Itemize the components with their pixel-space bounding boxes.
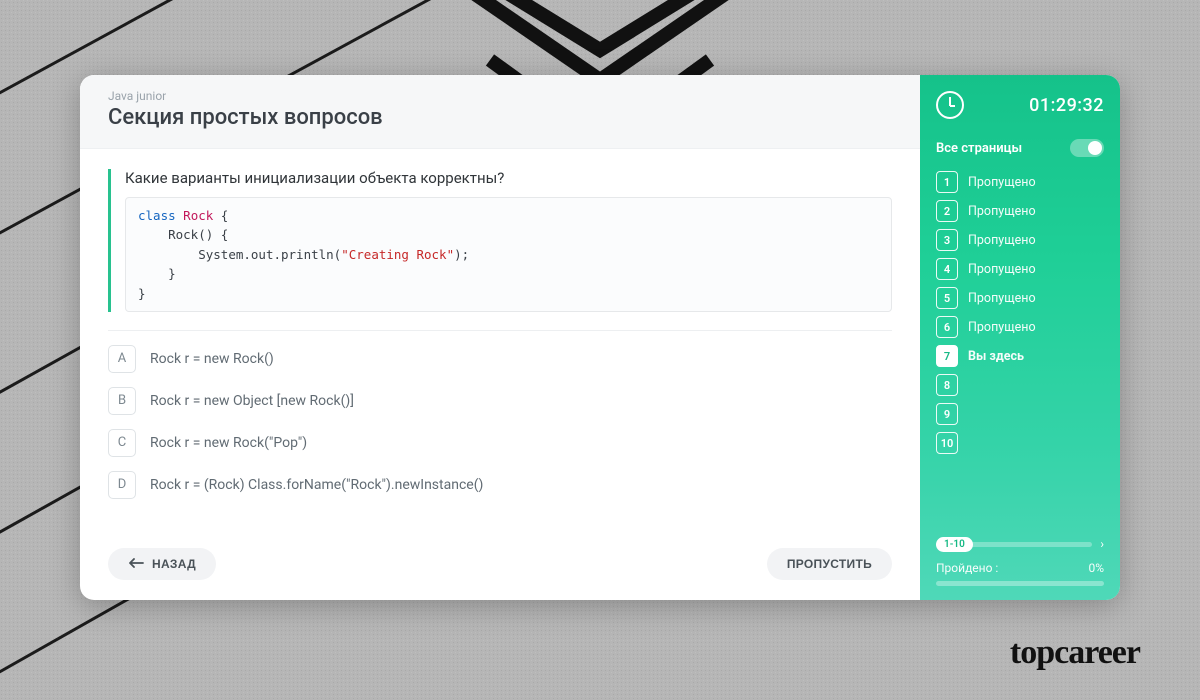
code-text	[138, 266, 168, 281]
question-area: Какие варианты инициализации объекта кор…	[80, 149, 920, 532]
page-item-10[interactable]: 10	[936, 432, 1104, 454]
option-letter: A	[108, 345, 136, 373]
answer-option-c[interactable]: C Rock r = new Rock("Pop")	[108, 429, 892, 457]
page-number: 1	[936, 171, 958, 193]
answer-option-a[interactable]: A Rock r = new Rock()	[108, 345, 892, 373]
option-text: Rock r = new Rock("Pop")	[150, 435, 307, 451]
page-status-label: Пропущено	[968, 291, 1036, 306]
page-range-row: 1-10 ›	[936, 537, 1104, 551]
answer-option-b[interactable]: B Rock r = new Object [new Rock()]	[108, 387, 892, 415]
divider	[108, 330, 892, 331]
page-status-label: Пропущено	[968, 233, 1036, 248]
code-text	[138, 247, 198, 262]
option-text: Rock r = new Rock()	[150, 351, 274, 367]
chevron-right-icon[interactable]: ›	[1100, 537, 1104, 551]
code-text: );	[454, 247, 469, 262]
back-button[interactable]: НАЗАД	[108, 548, 216, 580]
page-number: 8	[936, 374, 958, 396]
page-number: 2	[936, 200, 958, 222]
brand-logo: topcareer	[1010, 634, 1140, 672]
card-header: Java junior Секция простых вопросов	[80, 75, 920, 149]
timer-value: 01:29:32	[1029, 95, 1104, 116]
progress-block: Пройдено : 0%	[936, 561, 1104, 586]
page-item-9[interactable]: 9	[936, 403, 1104, 425]
page-range-slider[interactable]: 1-10	[936, 542, 1092, 547]
page-item-8[interactable]: 8	[936, 374, 1104, 396]
page-item-2[interactable]: 2 Пропущено	[936, 200, 1104, 222]
question-text: Какие варианты инициализации объекта кор…	[125, 169, 892, 187]
all-pages-toggle[interactable]	[1070, 139, 1104, 157]
sidebar: 01:29:32 Все страницы 1 Пропущено 2 Пропуще…	[920, 75, 1120, 600]
code-snippet: class Rock { Rock() { System.out.println…	[125, 197, 892, 312]
code-text: {	[213, 208, 228, 223]
progress-label: Пройдено :	[936, 561, 998, 575]
option-letter: C	[108, 429, 136, 457]
code-text	[138, 227, 168, 242]
code-text: }	[168, 266, 176, 281]
option-letter: B	[108, 387, 136, 415]
page-status-label: Пропущено	[968, 320, 1036, 335]
code-text: Rock() {	[168, 227, 228, 242]
answer-option-d[interactable]: D Rock r = (Rock) Class.forName("Rock").…	[108, 471, 892, 499]
page-item-3[interactable]: 3 Пропущено	[936, 229, 1104, 251]
page-number: 7	[936, 345, 958, 367]
section-title: Секция простых вопросов	[108, 105, 892, 130]
page-number: 3	[936, 229, 958, 251]
skip-button[interactable]: ПРОПУСТИТЬ	[767, 548, 892, 580]
timer-row: 01:29:32	[936, 91, 1104, 119]
page-number: 4	[936, 258, 958, 280]
skip-button-label: ПРОПУСТИТЬ	[787, 557, 872, 571]
page-status-label: Пропущено	[968, 204, 1036, 219]
main-panel: Java junior Секция простых вопросов Каки…	[80, 75, 920, 600]
code-classname: Rock	[183, 208, 213, 223]
option-text: Rock r = new Object [new Rock()]	[150, 393, 354, 409]
breadcrumb: Java junior	[108, 89, 892, 103]
quiz-card: Java junior Секция простых вопросов Каки…	[80, 75, 1120, 600]
option-text: Rock r = (Rock) Class.forName("Rock").ne…	[150, 477, 483, 493]
page-range-pill: 1-10	[936, 537, 973, 552]
answer-options: A Rock r = new Rock() B Rock r = new Obj…	[108, 345, 892, 499]
card-footer: НАЗАД ПРОПУСТИТЬ	[80, 532, 920, 600]
progress-value: 0%	[1088, 561, 1104, 575]
page-item-4[interactable]: 4 Пропущено	[936, 258, 1104, 280]
back-button-label: НАЗАД	[152, 557, 196, 571]
page-item-1[interactable]: 1 Пропущено	[936, 171, 1104, 193]
option-letter: D	[108, 471, 136, 499]
all-pages-label: Все страницы	[936, 141, 1022, 156]
page-number: 5	[936, 287, 958, 309]
page-item-7[interactable]: 7 Вы здесь	[936, 345, 1104, 367]
page-number: 6	[936, 316, 958, 338]
page-item-6[interactable]: 6 Пропущено	[936, 316, 1104, 338]
page-status-label: Пропущено	[968, 262, 1036, 277]
page-status-label: Вы здесь	[968, 349, 1024, 364]
all-pages-row: Все страницы	[936, 139, 1104, 157]
arrow-left-icon	[128, 557, 144, 571]
question-block: Какие варианты инициализации объекта кор…	[108, 169, 892, 312]
clock-icon	[936, 91, 964, 119]
page-number: 9	[936, 403, 958, 425]
page-list: 1 Пропущено 2 Пропущено 3 Пропущено 4 Пропущено…	[936, 171, 1104, 531]
code-keyword: class	[138, 208, 176, 223]
page-item-5[interactable]: 5 Пропущено	[936, 287, 1104, 309]
page-status-label: Пропущено	[968, 175, 1036, 190]
code-string: "Creating Rock"	[341, 247, 454, 262]
code-text: System.out.println(	[198, 247, 341, 262]
progress-bar	[936, 581, 1104, 586]
code-text: }	[138, 286, 146, 301]
page-number: 10	[936, 432, 958, 454]
